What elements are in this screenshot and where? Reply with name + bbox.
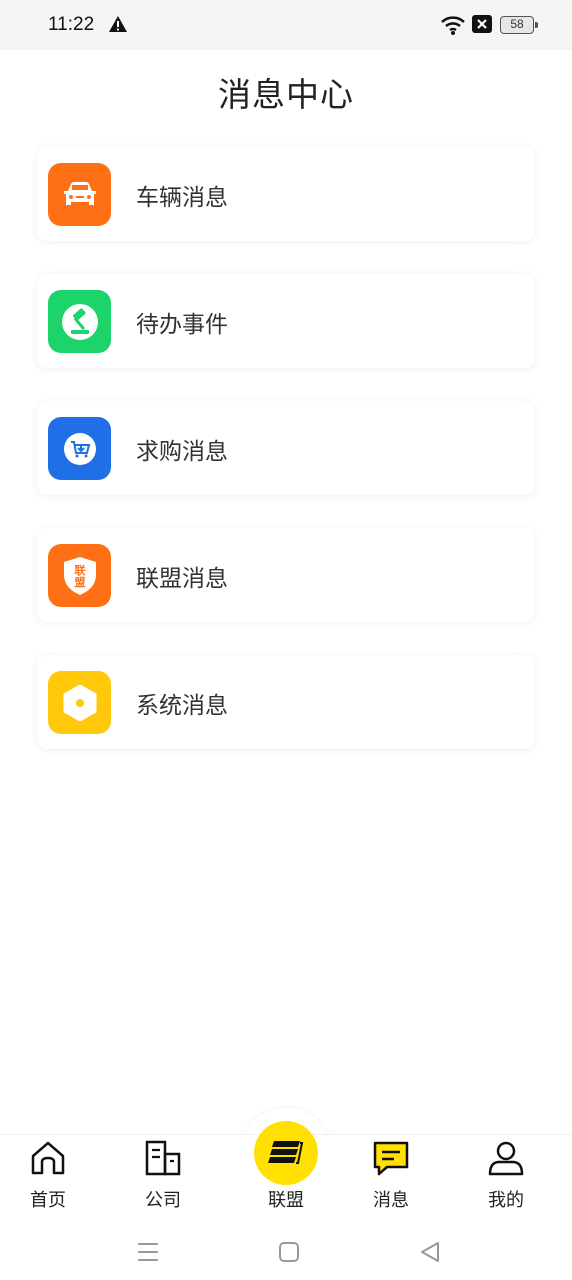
page-title: 消息中心 (218, 75, 354, 114)
warning-icon (108, 15, 128, 37)
message-icon (371, 1138, 411, 1178)
building-icon (143, 1138, 183, 1178)
vehicle-messages-item[interactable]: 车辆消息 (37, 147, 535, 241)
system-navigation-bar (0, 1224, 572, 1280)
tab-company[interactable]: 公司 (123, 1136, 203, 1216)
tab-alliance[interactable]: 联盟 (246, 1136, 326, 1216)
system-messages-item[interactable]: 系统消息 (37, 655, 535, 749)
no-sim-icon (472, 15, 492, 37)
battery-indicator: 58 (500, 16, 538, 34)
alliance-shield-icon: 联盟 (48, 544, 111, 607)
user-icon (486, 1138, 526, 1178)
home-icon (28, 1138, 68, 1178)
alliance-messages-item[interactable]: 联盟 联盟消息 (37, 528, 535, 622)
tab-messages-label: 消息 (373, 1190, 409, 1211)
hexagon-icon (48, 671, 111, 734)
gavel-icon (48, 290, 111, 353)
svg-text:联: 联 (74, 563, 85, 577)
vehicle-messages-label: 车辆消息 (136, 185, 228, 211)
status-bar: 11:22 58 (0, 0, 572, 50)
cart-download-icon (48, 417, 111, 480)
tab-company-label: 公司 (145, 1190, 181, 1211)
todo-events-item[interactable]: 待办事件 (37, 274, 535, 368)
system-messages-label: 系统消息 (136, 693, 228, 719)
tab-home-label: 首页 (30, 1190, 66, 1211)
alliance-messages-label: 联盟消息 (136, 566, 228, 592)
tab-profile-label: 我的 (488, 1190, 524, 1211)
back-triangle-icon[interactable] (410, 1232, 450, 1272)
status-time: 11:22 (48, 14, 95, 35)
tab-home[interactable]: 首页 (8, 1136, 88, 1216)
todo-events-label: 待办事件 (136, 312, 228, 338)
home-square-icon[interactable] (269, 1232, 309, 1272)
purchase-messages-item[interactable]: 求购消息 (37, 401, 535, 495)
tab-alliance-label: 联盟 (268, 1190, 304, 1211)
svg-text:盟: 盟 (74, 576, 85, 589)
menu-icon[interactable] (128, 1232, 168, 1272)
tab-profile[interactable]: 我的 (466, 1136, 546, 1216)
purchase-messages-label: 求购消息 (136, 439, 228, 465)
tab-messages[interactable]: 消息 (351, 1136, 431, 1216)
wifi-icon (440, 14, 466, 40)
car-icon (48, 163, 111, 226)
